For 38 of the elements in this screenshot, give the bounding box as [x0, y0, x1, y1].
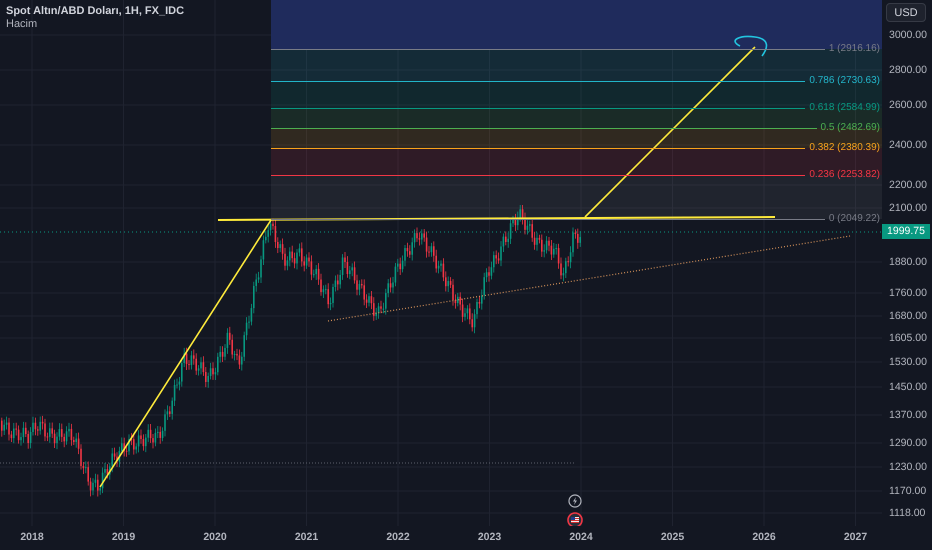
price-axis-label: 1530.00	[889, 355, 927, 369]
time-axis-label: 2024	[568, 531, 594, 543]
fibonacci-level-label: 0.382 (2380.39)	[809, 141, 880, 155]
price-axis-label: 2400.00	[889, 138, 927, 152]
price-axis-label: 1450.00	[889, 380, 927, 394]
chart-title: Spot Altın/ABD Doları, 1H, FX_IDC	[6, 5, 184, 17]
fibonacci-level-label: 0.618 (2584.99)	[809, 101, 880, 115]
time-axis-label: 2026	[751, 531, 777, 543]
price-axis-label: 1118.00	[889, 506, 926, 520]
time-axis-label: 2021	[294, 531, 320, 543]
price-axis-label: 2800.00	[889, 63, 927, 77]
price-axis-label: 1170.00	[889, 484, 926, 498]
fibonacci-level-label: 0.236 (2253.82)	[809, 168, 880, 182]
indicator-label[interactable]: Hacim	[6, 18, 184, 30]
fibonacci-level-label: 1 (2916.16)	[828, 42, 880, 56]
currency-button[interactable]: USD	[886, 3, 926, 22]
price-axis-label: 1230.00	[889, 460, 927, 474]
price-axis-label: 3000.00	[889, 28, 927, 42]
time-axis-label: 2023	[476, 531, 502, 543]
time-axis-label: 2022	[385, 531, 411, 543]
current-price-label: 1999.75	[882, 224, 930, 239]
fibonacci-level-label: 0.786 (2730.63)	[809, 74, 880, 88]
time-axis-label: 2025	[660, 531, 686, 543]
time-axis-label: 2020	[202, 531, 228, 543]
price-axis-label: 1880.00	[889, 255, 927, 269]
time-axis-label: 2027	[842, 531, 868, 543]
price-axis-label: 2600.00	[889, 98, 927, 112]
price-axis-label: 2100.00	[889, 201, 927, 215]
time-axis-label: 2018	[19, 531, 45, 543]
time-axis-label: 2019	[110, 531, 136, 543]
price-axis-label: 2200.00	[889, 178, 927, 192]
price-axis-label: 1760.00	[889, 286, 927, 300]
price-axis-label: 1370.00	[889, 408, 927, 422]
price-axis-label: 1680.00	[889, 309, 927, 323]
fibonacci-level-label: 0 (2049.22)	[828, 212, 880, 226]
price-axis-label: 1290.00	[889, 436, 927, 450]
fibonacci-level-label: 0.5 (2482.69)	[820, 121, 880, 135]
price-axis-label: 1605.00	[889, 331, 927, 345]
